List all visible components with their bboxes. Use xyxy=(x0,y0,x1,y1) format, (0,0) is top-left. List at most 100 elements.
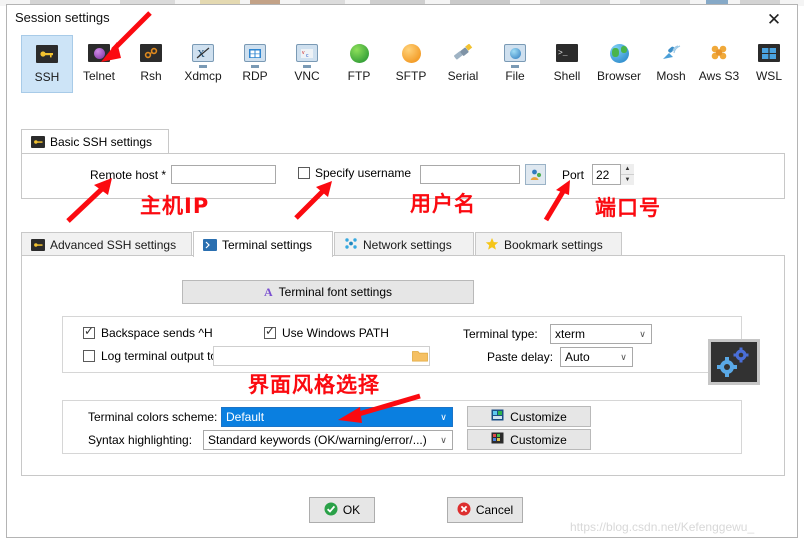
specify-username-checkbox[interactable]: Specify username xyxy=(298,166,411,180)
font-settings-label: Terminal font settings xyxy=(278,285,393,299)
chevron-down-icon: ∨ xyxy=(440,411,447,422)
tab-basic-ssh-settings[interactable]: Basic SSH settings xyxy=(21,129,169,154)
log-terminal-output-checkbox[interactable]: Log terminal output to: xyxy=(83,349,220,363)
log-output-path-input[interactable] xyxy=(213,346,430,366)
syntax-highlighting-select[interactable]: Standard keywords (OK/warning/error/...)… xyxy=(203,430,453,450)
protocol-label: Rsh xyxy=(140,69,162,83)
protocol-rsh[interactable]: Rsh xyxy=(125,35,177,93)
user-icon[interactable] xyxy=(525,164,546,185)
protocol-toolbar: SSH Telnet Rsh X Xdmcp RDP v c VNC FTP S… xyxy=(8,33,797,95)
tab-label: Network settings xyxy=(363,238,452,252)
vnc-icon: vc xyxy=(295,41,319,65)
wsl-icon xyxy=(757,41,781,65)
protocol-sftp[interactable]: SFTP xyxy=(385,35,437,93)
checkbox-box xyxy=(298,167,310,179)
customize-label: Customize xyxy=(510,432,567,447)
protocol-label: SFTP xyxy=(395,69,427,83)
protocol-label: File xyxy=(505,69,525,83)
annotation-port: 端口号 xyxy=(595,196,661,220)
tab-label: Advanced SSH settings xyxy=(50,238,177,252)
palette-icon xyxy=(491,409,504,424)
remote-host-input[interactable] xyxy=(171,165,276,184)
backspace-label: Backspace sends ^H xyxy=(101,326,213,340)
paste-delay-select[interactable]: Auto ∨ xyxy=(560,347,633,367)
sftp-icon xyxy=(399,41,423,65)
annotation-remote-host: 主机IP xyxy=(140,194,210,218)
protocol-label: FTP xyxy=(347,69,371,83)
tab-network-settings[interactable]: Network settings xyxy=(334,232,474,257)
ssh-icon xyxy=(35,42,59,66)
terminal-type-select[interactable]: xterm ∨ xyxy=(550,324,652,344)
ok-button[interactable]: OK xyxy=(309,497,375,523)
protocol-browser[interactable]: Browser xyxy=(593,35,645,93)
terminal-colors-scheme-select[interactable]: Default ∨ xyxy=(221,407,453,427)
terminal-type-value: xterm xyxy=(555,327,585,341)
protocol-serial[interactable]: Serial xyxy=(437,35,489,93)
use-windows-path-label: Use Windows PATH xyxy=(282,326,389,340)
tab-terminal-settings[interactable]: Terminal settings xyxy=(193,231,333,257)
chevron-down-icon: ∨ xyxy=(440,434,447,445)
backspace-sends-checkbox[interactable]: Backspace sends ^H xyxy=(83,324,213,340)
protocol-shell[interactable]: >_ Shell xyxy=(541,35,593,93)
basic-tabstrip: Basic SSH settings xyxy=(21,129,785,154)
basic-ssh-settings-panel: Remote host * Specify username Port ▲ ▼ xyxy=(21,153,785,199)
tab-advanced-ssh-settings[interactable]: Advanced SSH settings xyxy=(21,232,192,257)
tab-bookmark-settings[interactable]: Bookmark settings xyxy=(475,232,622,257)
protocol-telnet[interactable]: Telnet xyxy=(73,35,125,93)
check-circle-icon xyxy=(324,502,338,519)
protocol-ftp[interactable]: FTP xyxy=(333,35,385,93)
protocol-label: Xdmcp xyxy=(184,69,222,83)
syntax-customize-button[interactable]: Customize xyxy=(467,429,591,450)
protocol-label: Aws S3 xyxy=(698,69,740,83)
protocol-xdmcp[interactable]: X Xdmcp xyxy=(177,35,229,93)
dialog-titlebar: Session settings ✕ xyxy=(7,5,797,33)
syntax-value: Standard keywords (OK/warning/error/...) xyxy=(208,433,427,447)
protocol-label: VNC xyxy=(294,69,320,83)
protocol-vnc[interactable]: vc VNC xyxy=(281,35,333,93)
protocol-label: Browser xyxy=(596,69,641,83)
protocol-label: Mosh xyxy=(656,69,686,83)
xdmcp-icon: X xyxy=(191,41,215,65)
folder-icon[interactable] xyxy=(412,349,428,365)
ok-label: OK xyxy=(342,503,361,517)
use-windows-path-checkbox[interactable]: Use Windows PATH xyxy=(264,324,389,340)
remote-host-label: Remote host * xyxy=(90,168,167,182)
aws-s3-icon xyxy=(707,41,731,65)
ssh-icon xyxy=(31,239,45,251)
colors-scheme-value: Default xyxy=(226,410,265,424)
checkbox-box xyxy=(83,324,95,339)
file-icon xyxy=(503,41,527,65)
network-icon xyxy=(344,237,358,253)
protocol-mosh[interactable]: Mosh xyxy=(645,35,697,93)
checkbox-box xyxy=(83,350,95,362)
watermark-text: https://blog.csdn.net/Kefenggewu_ xyxy=(570,520,755,534)
session-settings-dialog: Session settings ✕ SSH Telnet Rsh X Xdmc… xyxy=(6,4,798,538)
terminal-font-settings-button[interactable]: A Terminal font settings xyxy=(182,280,474,304)
terminal-colors-group: Terminal colors scheme: Default ∨ Custom… xyxy=(62,400,742,454)
protocol-label: SSH xyxy=(34,70,60,84)
colors-scheme-customize-button[interactable]: Customize xyxy=(467,406,591,427)
customize-label: Customize xyxy=(510,409,567,424)
close-icon[interactable]: ✕ xyxy=(751,5,797,33)
terminal-options-group: Backspace sends ^H Use Windows PATH Log … xyxy=(62,316,742,373)
protocol-rdp[interactable]: RDP xyxy=(229,35,281,93)
protocol-label: WSL xyxy=(755,69,782,83)
protocol-aws-s3[interactable]: Aws S3 xyxy=(693,35,745,93)
ftp-icon xyxy=(347,41,371,65)
username-input[interactable] xyxy=(420,165,520,184)
telnet-icon xyxy=(87,41,111,65)
protocol-label: RDP xyxy=(242,69,268,83)
cancel-label: Cancel xyxy=(475,503,514,517)
protocol-label: Shell xyxy=(553,69,581,83)
tab-label: Bookmark settings xyxy=(504,238,603,252)
terminal-icon xyxy=(203,238,217,251)
protocol-ssh[interactable]: SSH xyxy=(21,35,73,93)
cancel-button[interactable]: Cancel xyxy=(447,497,523,523)
shell-icon: >_ xyxy=(555,41,579,65)
ssh-icon xyxy=(31,136,45,148)
tab-label: Basic SSH settings xyxy=(50,135,153,149)
protocol-file[interactable]: File xyxy=(489,35,541,93)
spinner-updown-icon[interactable]: ▲ ▼ xyxy=(620,164,634,185)
dialog-title: Session settings xyxy=(15,10,110,25)
protocol-wsl[interactable]: WSL xyxy=(743,35,795,93)
